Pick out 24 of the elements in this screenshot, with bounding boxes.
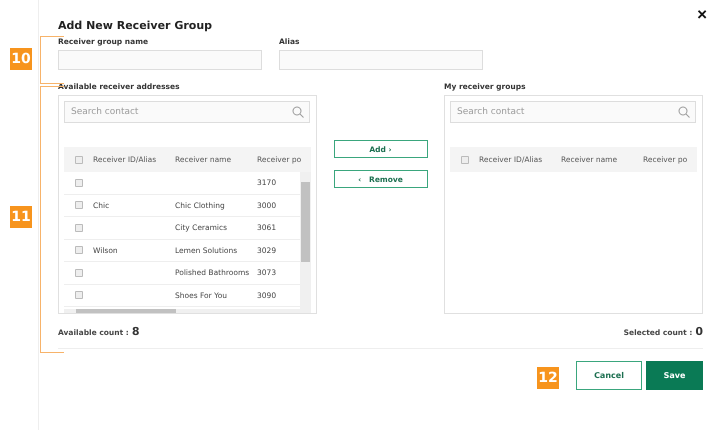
vertical-scrollbar[interactable] [300, 172, 311, 309]
callout-badge: 10 [10, 48, 32, 70]
close-button[interactable]: × [697, 5, 707, 25]
checkbox[interactable] [74, 291, 82, 300]
checkbox[interactable] [74, 178, 82, 187]
search-icon [292, 106, 304, 118]
save-button[interactable]: Save [646, 361, 703, 390]
text-field[interactable] [279, 50, 483, 70]
count-value: 8 [132, 325, 140, 338]
callout-badge: 12 [537, 367, 559, 389]
search-field[interactable]: Search contact [64, 101, 310, 123]
count-value: 0 [695, 325, 703, 338]
search-icon [678, 106, 690, 118]
checkbox[interactable] [74, 156, 82, 164]
callout-badge: 11 [10, 206, 32, 228]
checkbox[interactable] [460, 156, 468, 164]
checkbox[interactable] [74, 201, 82, 210]
checkbox[interactable] [74, 246, 82, 254]
search-field[interactable]: Search contact [450, 101, 696, 123]
checkbox[interactable] [74, 268, 82, 277]
dialog-title: Add New Receiver Group [58, 18, 212, 32]
checkbox[interactable] [74, 224, 82, 232]
cancel-button[interactable]: Cancel [576, 361, 642, 390]
text-field[interactable] [58, 50, 262, 70]
